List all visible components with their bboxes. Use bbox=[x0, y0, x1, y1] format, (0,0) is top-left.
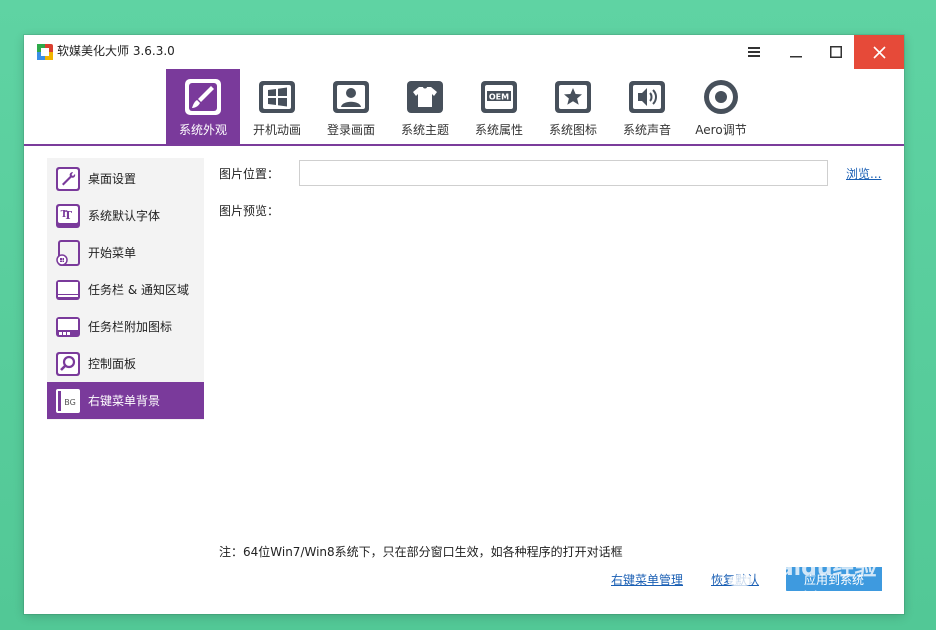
star-icon bbox=[553, 77, 593, 117]
aero-ring-icon bbox=[701, 77, 741, 117]
tab-login-screen[interactable]: 登录画面 bbox=[314, 69, 388, 144]
minimize-button[interactable] bbox=[778, 35, 814, 69]
title-bar: 软媒美化大师 3.6.3.0 bbox=[24, 35, 904, 69]
maximize-button[interactable] bbox=[818, 35, 854, 69]
image-preview-area bbox=[219, 225, 879, 525]
tab-label: 登录画面 bbox=[326, 123, 375, 137]
sidebar-item-context-menu-background[interactable]: BG 右键菜单背景 bbox=[47, 382, 210, 419]
tab-system-sound[interactable]: 系统声音 bbox=[610, 69, 684, 144]
sidebar-item-system-font[interactable]: T T 系统默认字体 bbox=[47, 197, 204, 234]
paint-brush-icon bbox=[183, 77, 223, 117]
main-toolbar: 系统外观 开机动画 登录画面 系统主题 OEM 系统属性 系统图标 系统声音 A… bbox=[24, 69, 904, 146]
sidebar-item-label: 任务栏附加图标 bbox=[88, 319, 173, 334]
restore-default-link[interactable]: 恢复默认 bbox=[711, 571, 759, 588]
image-path-label: 图片位置： bbox=[219, 167, 280, 181]
taskbar-icons-icon bbox=[55, 314, 81, 340]
tab-system-theme[interactable]: 系统主题 bbox=[388, 69, 462, 144]
close-icon bbox=[872, 45, 886, 59]
wrench-icon bbox=[55, 166, 81, 192]
tab-label: 系统图标 bbox=[548, 123, 597, 137]
sidebar-item-label: 右键菜单背景 bbox=[88, 393, 161, 408]
selection-arrow-icon bbox=[204, 394, 210, 406]
magnifier-icon bbox=[55, 351, 81, 377]
apply-to-system-button[interactable]: 应用到系统 bbox=[786, 567, 882, 591]
tab-system-appearance[interactable]: 系统外观 bbox=[166, 69, 240, 144]
start-menu-icon bbox=[55, 239, 81, 266]
window-title: 软媒美化大师 3.6.3.0 bbox=[57, 44, 175, 58]
svg-text:OEM: OEM bbox=[489, 93, 509, 102]
sidebar: 桌面设置 T T 系统默认字体 开始菜单 任务栏 & 通知区域 任务栏附加图标 … bbox=[47, 158, 210, 420]
sidebar-item-label: 桌面设置 bbox=[88, 171, 137, 186]
taskbar-icon bbox=[55, 277, 81, 303]
sidebar-item-taskbar-notification[interactable]: 任务栏 & 通知区域 bbox=[47, 271, 204, 308]
tab-label: 系统主题 bbox=[400, 123, 449, 137]
speaker-icon bbox=[627, 77, 667, 117]
sidebar-item-control-panel[interactable]: 控制面板 bbox=[47, 345, 204, 382]
tab-system-properties[interactable]: OEM 系统属性 bbox=[462, 69, 536, 144]
sidebar-item-label: 系统默认字体 bbox=[88, 208, 161, 223]
tab-label: 系统声音 bbox=[622, 123, 671, 137]
close-button[interactable] bbox=[854, 35, 904, 69]
tshirt-icon bbox=[405, 77, 445, 117]
minimize-icon bbox=[790, 56, 802, 58]
context-menu-manage-link[interactable]: 右键菜单管理 bbox=[611, 571, 683, 588]
svg-text:T: T bbox=[61, 210, 68, 220]
sidebar-item-start-menu[interactable]: 开始菜单 bbox=[47, 234, 204, 271]
tab-label: 开机动画 bbox=[252, 123, 301, 137]
app-logo-icon bbox=[37, 44, 53, 60]
sidebar-item-taskbar-extra-icons[interactable]: 任务栏附加图标 bbox=[47, 308, 204, 345]
user-portrait-icon bbox=[331, 77, 371, 117]
app-window: 软媒美化大师 3.6.3.0 系统外观 开机动画 登录画面 系统主题 OEM 系… bbox=[24, 35, 904, 614]
oem-icon: OEM bbox=[479, 77, 519, 117]
note-text: 注：64位Win7/Win8系统下，只在部分窗口生效，如各种程序的打开对话框 bbox=[219, 545, 623, 559]
tab-label: 系统外观 bbox=[178, 123, 227, 137]
image-path-input[interactable] bbox=[299, 160, 828, 186]
sidebar-item-label: 开始菜单 bbox=[88, 245, 137, 260]
tab-aero-adjust[interactable]: Aero调节 bbox=[684, 69, 758, 144]
svg-text:BG: BG bbox=[64, 398, 76, 407]
browse-link[interactable]: 浏览... bbox=[846, 165, 881, 182]
tab-system-icons[interactable]: 系统图标 bbox=[536, 69, 610, 144]
image-preview-label: 图片预览： bbox=[219, 204, 280, 218]
sidebar-item-label: 控制面板 bbox=[88, 356, 137, 371]
tab-boot-animation[interactable]: 开机动画 bbox=[240, 69, 314, 144]
menu-icon bbox=[748, 47, 760, 57]
maximize-icon bbox=[830, 46, 842, 58]
tab-label: 系统属性 bbox=[474, 123, 523, 137]
sidebar-item-label: 任务栏 & 通知区域 bbox=[88, 282, 189, 297]
bg-icon: BG bbox=[55, 388, 81, 414]
font-icon: T T bbox=[55, 203, 81, 229]
windows-logo-icon bbox=[257, 77, 297, 117]
tab-label: Aero调节 bbox=[695, 123, 747, 137]
menu-button[interactable] bbox=[738, 35, 770, 69]
sidebar-item-desktop-settings[interactable]: 桌面设置 bbox=[47, 160, 204, 197]
